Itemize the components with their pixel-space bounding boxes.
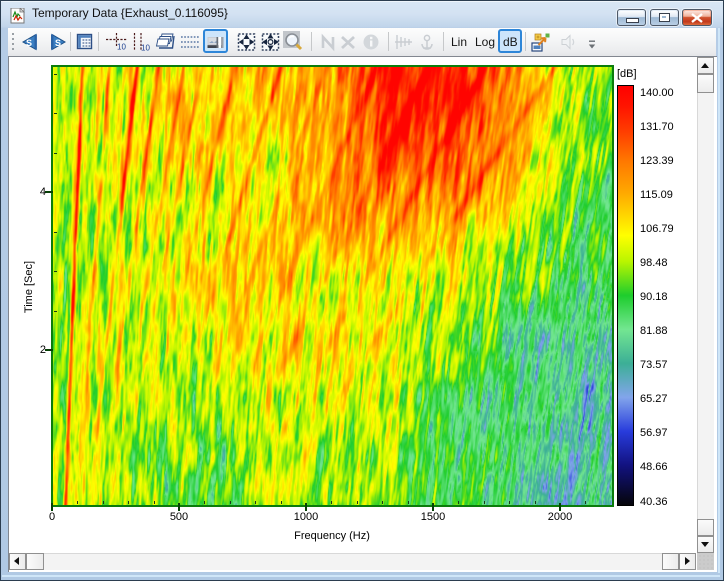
svg-text:S: S [55,38,61,48]
svg-text:10: 10 [117,43,126,52]
svg-text:S: S [26,38,32,48]
svg-text:10: 10 [141,44,150,53]
